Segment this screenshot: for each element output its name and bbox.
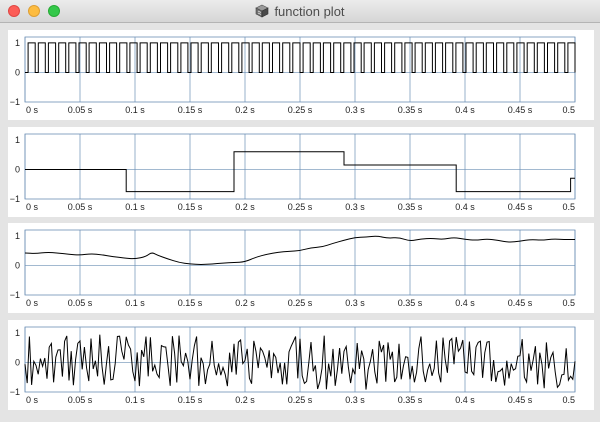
x-tick-label: 0.2 s [235, 395, 255, 405]
x-tick-label: 0 s [26, 395, 39, 405]
plot-smooth-noise: 1 0 −1 0 s 0.05 s 0.1 s 0.15 s 0.2 s 0.25 s 0.3 s… [10, 229, 576, 308]
plot-square-wave: 1 0 −1 0 s 0.05 s 0.1 s 0.15 s 0.2 s 0.25 s 0.3 s… [10, 36, 576, 115]
y-tick-label: 1 [15, 231, 20, 241]
app-window: function plot 1 0 −1 0 s 0.05 s 0.1 s 0.15 s 0.… [0, 0, 600, 422]
plot-step: 1 0 −1 0 s 0.05 s 0.1 s 0.15 s 0.2 s 0.25 s 0.3 s… [10, 133, 576, 212]
x-tick-label: 0.05 s [68, 202, 93, 212]
x-tick-label: 0.45 s [508, 298, 533, 308]
x-tick-label: 0.1 s [125, 298, 145, 308]
x-tick-label: 0.2 s [235, 202, 255, 212]
x-tick-label: 0.25 s [288, 395, 313, 405]
y-tick-label: 1 [15, 135, 20, 145]
x-tick-label: 0.3 s [345, 395, 365, 405]
x-tick-label: 0.05 s [68, 105, 93, 115]
x-tick-label: 0.05 s [68, 298, 93, 308]
x-tick-label: 0.4 s [455, 298, 475, 308]
x-tick-label: 0.3 s [345, 298, 365, 308]
x-tick-label: 0.4 s [455, 105, 475, 115]
y-tick-label: 1 [15, 328, 20, 338]
y-tick-label: 0 [15, 260, 20, 270]
window-title: function plot [274, 3, 345, 19]
x-tick-label: 0.35 s [398, 202, 423, 212]
series-line [25, 42, 576, 73]
title-bar[interactable]: function plot [0, 0, 600, 23]
x-tick-label: 0.05 s [68, 395, 93, 405]
plot-panel-white-noise: 1 0 −1 0 s 0.05 s 0.1 s 0.15 s 0.2 s 0.25 s 0.3 s… [8, 320, 594, 410]
window-title-group: function plot [0, 0, 600, 22]
plot-white-noise: 1 0 −1 0 s 0.05 s 0.1 s 0.15 s 0.2 s 0.25 s 0.3 s… [10, 326, 576, 405]
y-tick-label: −1 [10, 387, 20, 397]
x-tick-label: 0.15 s [178, 202, 203, 212]
x-tick-label: 0.35 s [398, 298, 423, 308]
x-tick-label: 0.5 [562, 298, 575, 308]
y-tick-label: −1 [10, 194, 20, 204]
x-tick-label: 0.45 s [508, 395, 533, 405]
plot-panel-step: 1 0 −1 0 s 0.05 s 0.1 s 0.15 s 0.2 s 0.25 s 0.3 s… [8, 127, 594, 217]
x-tick-label: 0.35 s [398, 395, 423, 405]
y-tick-label: −1 [10, 97, 20, 107]
x-tick-label: 0.5 [562, 202, 575, 212]
x-tick-label: 0.25 s [288, 202, 313, 212]
x-tick-label: 0.5 [562, 395, 575, 405]
x-tick-label: 0.4 s [455, 202, 475, 212]
x-tick-label: 0 s [26, 202, 39, 212]
y-tick-label: 0 [15, 357, 20, 367]
x-tick-label: 0.15 s [178, 105, 203, 115]
plot-panel-smooth-noise: 1 0 −1 0 s 0.05 s 0.1 s 0.15 s 0.2 s 0.25 s 0.3 s… [8, 223, 594, 313]
x-tick-label: 0.45 s [508, 202, 533, 212]
x-tick-label: 0.45 s [508, 105, 533, 115]
x-tick-label: 0.15 s [178, 395, 203, 405]
x-tick-label: 0.5 [562, 105, 575, 115]
y-tick-label: 0 [15, 164, 20, 174]
x-tick-label: 0.1 s [125, 395, 145, 405]
x-tick-label: 0.3 s [345, 105, 365, 115]
x-tick-label: 0.3 s [345, 202, 365, 212]
x-tick-label: 0.2 s [235, 298, 255, 308]
x-tick-label: 0.25 s [288, 298, 313, 308]
x-tick-label: 0.1 s [125, 202, 145, 212]
x-tick-label: 0.35 s [398, 105, 423, 115]
x-tick-label: 0.25 s [288, 105, 313, 115]
x-tick-label: 0 s [26, 298, 39, 308]
plot-panel-square-wave: 1 0 −1 0 s 0.05 s 0.1 s 0.15 s 0.2 s 0.25 s 0.3 s… [8, 30, 594, 120]
x-tick-label: 0.2 s [235, 105, 255, 115]
app-cube-icon [255, 4, 270, 18]
x-tick-label: 0.1 s [125, 105, 145, 115]
x-tick-label: 0.4 s [455, 395, 475, 405]
y-tick-label: 0 [15, 67, 20, 77]
x-tick-label: 0 s [26, 105, 39, 115]
y-tick-label: 1 [15, 38, 20, 48]
y-tick-label: −1 [10, 290, 20, 300]
x-tick-label: 0.15 s [178, 298, 203, 308]
